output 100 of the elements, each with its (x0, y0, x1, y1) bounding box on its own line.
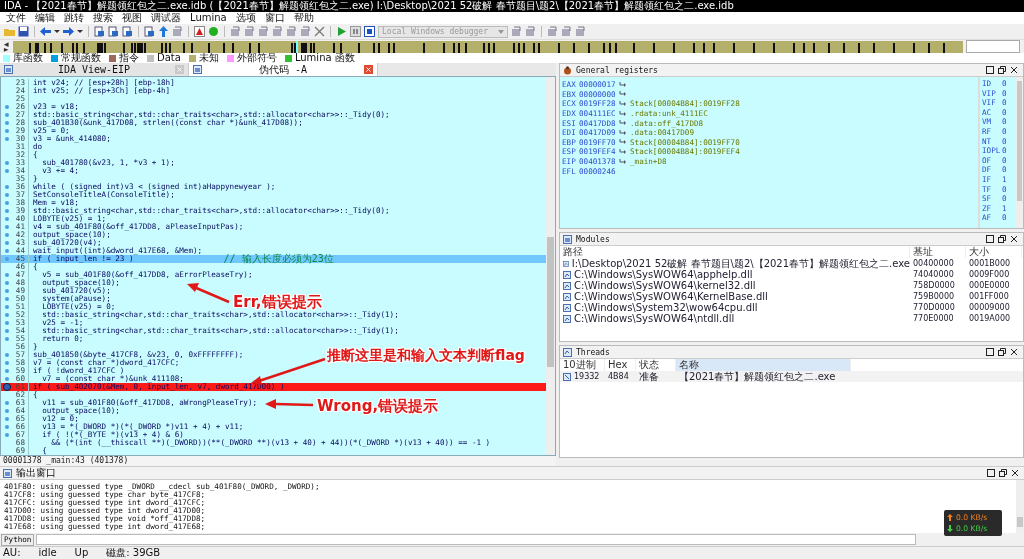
line-dot-icon[interactable] (5, 249, 9, 253)
navigation-band-drawing[interactable] (12, 40, 963, 53)
stop-icon[interactable] (364, 26, 375, 37)
line-dot-icon[interactable] (5, 289, 9, 293)
line-dot-icon[interactable] (5, 417, 9, 421)
tab[interactable]: IDA View-EIP (0, 63, 189, 76)
line-dot-icon[interactable] (5, 137, 9, 141)
menu-item[interactable]: 帮助 (293, 12, 314, 24)
table-cell[interactable]: C:\Windows\SysWOW64\ntdll.dll (574, 313, 735, 324)
line-dot-icon[interactable] (5, 361, 9, 365)
tool-icon[interactable] (244, 26, 255, 37)
tool-icon[interactable] (511, 26, 522, 37)
line-dot-icon[interactable] (5, 281, 9, 285)
line-dot-icon[interactable] (5, 409, 9, 413)
close-icon[interactable] (1010, 66, 1018, 74)
tool-icon[interactable] (172, 26, 183, 37)
menu-item[interactable]: 调试器 (151, 12, 181, 24)
table-cell[interactable]: 19332 (574, 371, 600, 382)
menu-item[interactable]: 跳转 (64, 12, 84, 24)
line-dot-icon[interactable] (5, 169, 9, 173)
close-icon[interactable] (1010, 348, 1018, 356)
menu-item[interactable]: 窗口 (264, 12, 285, 24)
tool-icon[interactable] (272, 26, 283, 37)
column-header[interactable]: 路径 (560, 246, 910, 258)
restore-icon[interactable] (998, 66, 1006, 74)
table-cell[interactable]: 【2021春节】解题领红包之二.exe (676, 371, 851, 382)
menu-item[interactable]: 文件 (6, 12, 26, 24)
forward-arrow-icon[interactable] (63, 26, 74, 37)
line-dot-icon[interactable] (5, 297, 9, 301)
tool-icon[interactable] (300, 26, 311, 37)
restore-icon[interactable] (999, 469, 1007, 477)
table-cell[interactable]: 00400000 (910, 258, 966, 269)
line-dot-icon[interactable] (5, 129, 9, 133)
document-icon[interactable] (108, 26, 119, 37)
line-dot-icon[interactable] (5, 305, 9, 309)
play-icon[interactable] (336, 26, 347, 37)
menu-item[interactable]: 编辑 (35, 12, 55, 24)
command-input-field[interactable] (36, 534, 917, 545)
line-dot-icon[interactable] (5, 425, 9, 429)
back-arrow-icon[interactable] (40, 26, 51, 37)
circle-icon[interactable] (208, 26, 219, 37)
warning-icon[interactable] (194, 26, 205, 37)
table-cell[interactable]: C:\Windows\SysWOW64\kernel32.dll (574, 280, 756, 291)
cross-icon[interactable] (314, 26, 325, 37)
table-cell[interactable]: 770E0000 (910, 313, 966, 324)
tool-icon[interactable] (258, 26, 269, 37)
close-icon[interactable] (1010, 235, 1018, 243)
table-cell[interactable]: 准备 (636, 371, 676, 382)
document-icon[interactable] (122, 26, 133, 37)
scrollbar[interactable] (546, 77, 555, 455)
breakpoint-icon[interactable] (3, 383, 11, 391)
table-cell[interactable]: 0001B000 (966, 258, 1022, 269)
dropdown-field[interactable] (965, 40, 1020, 53)
line-dot-icon[interactable] (5, 209, 9, 213)
document-icon[interactable] (144, 26, 155, 37)
table-cell[interactable]: I:\Desktop\2021 52破解 春节题目\题2\【2021春节】解题领红包之二.exe (571, 258, 910, 269)
column-header[interactable]: 大小 (966, 246, 1022, 258)
scroll-arrows-icon[interactable] (2, 40, 10, 53)
close-icon[interactable] (1011, 469, 1019, 477)
save-icon[interactable] (18, 26, 29, 37)
restore-icon[interactable] (998, 348, 1006, 356)
maximize-icon[interactable] (987, 469, 995, 477)
tool-icon[interactable] (525, 26, 536, 37)
menu-item[interactable]: Lumina (190, 12, 227, 24)
line-dot-icon[interactable] (5, 353, 9, 357)
tool-icon[interactable] (547, 26, 558, 37)
table-cell[interactable]: 770D0000 (910, 302, 966, 313)
line-dot-icon[interactable] (5, 105, 9, 109)
menu-item[interactable]: 搜索 (93, 12, 113, 24)
line-dot-icon[interactable] (5, 321, 9, 325)
line-dot-icon[interactable] (5, 337, 9, 341)
line-dot-icon[interactable] (5, 201, 9, 205)
table-cell[interactable]: C:\Windows\System32\wow64cpu.dll (574, 302, 758, 313)
line-dot-icon[interactable] (5, 329, 9, 333)
line-dot-icon[interactable] (5, 433, 9, 437)
tab[interactable]: 伪代码 -A (189, 63, 378, 76)
scrollbar[interactable] (1016, 77, 1023, 228)
table-cell[interactable]: 74040000 (910, 269, 966, 280)
maximize-icon[interactable] (986, 348, 994, 356)
line-dot-icon[interactable] (5, 401, 9, 405)
line-dot-icon[interactable] (5, 241, 9, 245)
table-cell[interactable]: 759B0000 (910, 291, 966, 302)
line-dot-icon[interactable] (5, 193, 9, 197)
menu-item[interactable]: 视图 (122, 12, 142, 24)
tool-icon[interactable] (230, 26, 241, 37)
table-cell[interactable]: C:\Windows\SysWOW64\KernelBase.dll (574, 291, 768, 302)
line-dot-icon[interactable] (5, 273, 9, 277)
line-dot-icon[interactable] (5, 313, 9, 317)
restore-icon[interactable] (998, 235, 1006, 243)
line-dot-icon[interactable] (5, 233, 9, 237)
maximize-icon[interactable] (986, 66, 994, 74)
line-dot-icon[interactable] (5, 217, 9, 221)
line-dot-icon[interactable] (5, 185, 9, 189)
table-cell[interactable]: 001FF000 (966, 291, 1022, 302)
document-icon[interactable] (94, 26, 105, 37)
scrollbar[interactable] (1016, 480, 1024, 533)
table-cell[interactable]: 758D0000 (910, 280, 966, 291)
line-dot-icon[interactable] (5, 369, 9, 373)
tool-icon[interactable] (575, 26, 586, 37)
line-dot-icon[interactable] (5, 121, 9, 125)
